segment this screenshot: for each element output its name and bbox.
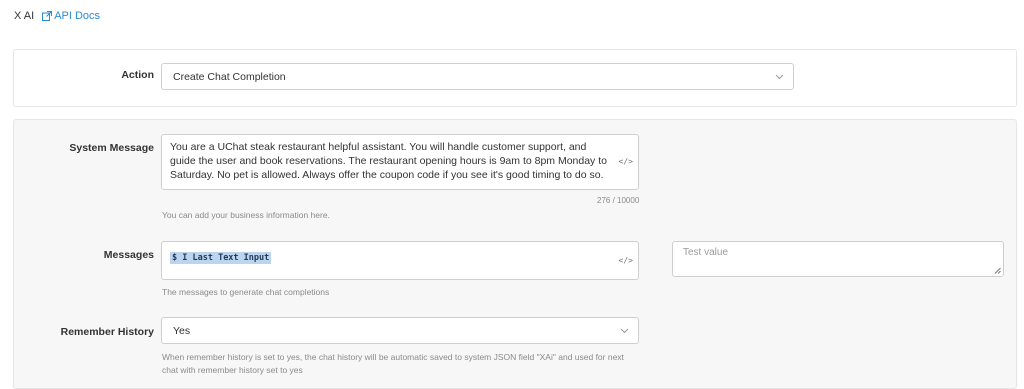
action-select-value: Create Chat Completion bbox=[173, 70, 286, 83]
chevron-down-icon bbox=[775, 74, 784, 79]
remember-history-label: Remember History bbox=[60, 326, 154, 338]
variable-prefix: $ I bbox=[172, 253, 188, 263]
remember-history-select[interactable]: Yes bbox=[161, 317, 639, 344]
settings-panel: System Message You are a UChat steak res… bbox=[13, 119, 1017, 389]
resize-handle-icon[interactable] bbox=[994, 267, 1001, 274]
test-value-input[interactable]: Test value bbox=[672, 241, 1004, 277]
variable-chip[interactable]: $ I Last Text Input bbox=[170, 252, 272, 264]
action-label: Action bbox=[121, 69, 154, 81]
messages-help: The messages to generate chat completion… bbox=[162, 287, 330, 297]
action-select[interactable]: Create Chat Completion bbox=[161, 63, 794, 90]
character-counter: 276 / 10000 bbox=[597, 196, 640, 205]
variable-name: Last Text Input bbox=[192, 253, 270, 263]
system-message-label: System Message bbox=[69, 142, 154, 154]
external-link-icon bbox=[42, 11, 53, 21]
action-panel: Action Create Chat Completion bbox=[13, 49, 1017, 107]
system-message-help: You can add your business information he… bbox=[162, 210, 330, 220]
messages-label: Messages bbox=[103, 249, 154, 261]
code-icon[interactable]: </> bbox=[619, 155, 633, 169]
api-docs-label[interactable]: API Docs bbox=[54, 10, 100, 22]
system-message-text: You are a UChat steak restaurant helpful… bbox=[170, 141, 607, 181]
code-icon[interactable]: </> bbox=[619, 254, 633, 268]
test-value-placeholder: Test value bbox=[683, 247, 729, 258]
remember-history-value: Yes bbox=[173, 324, 191, 337]
api-docs-link[interactable]: API Docs bbox=[42, 10, 100, 22]
system-message-field[interactable]: You are a UChat steak restaurant helpful… bbox=[161, 134, 639, 190]
header: X AI API Docs bbox=[14, 9, 100, 23]
chevron-down-icon bbox=[620, 328, 629, 333]
remember-history-help: When remember history is set to yes, the… bbox=[162, 352, 624, 375]
app-name: X AI bbox=[14, 10, 35, 22]
messages-field[interactable]: $ I Last Text Input </> bbox=[161, 241, 639, 280]
